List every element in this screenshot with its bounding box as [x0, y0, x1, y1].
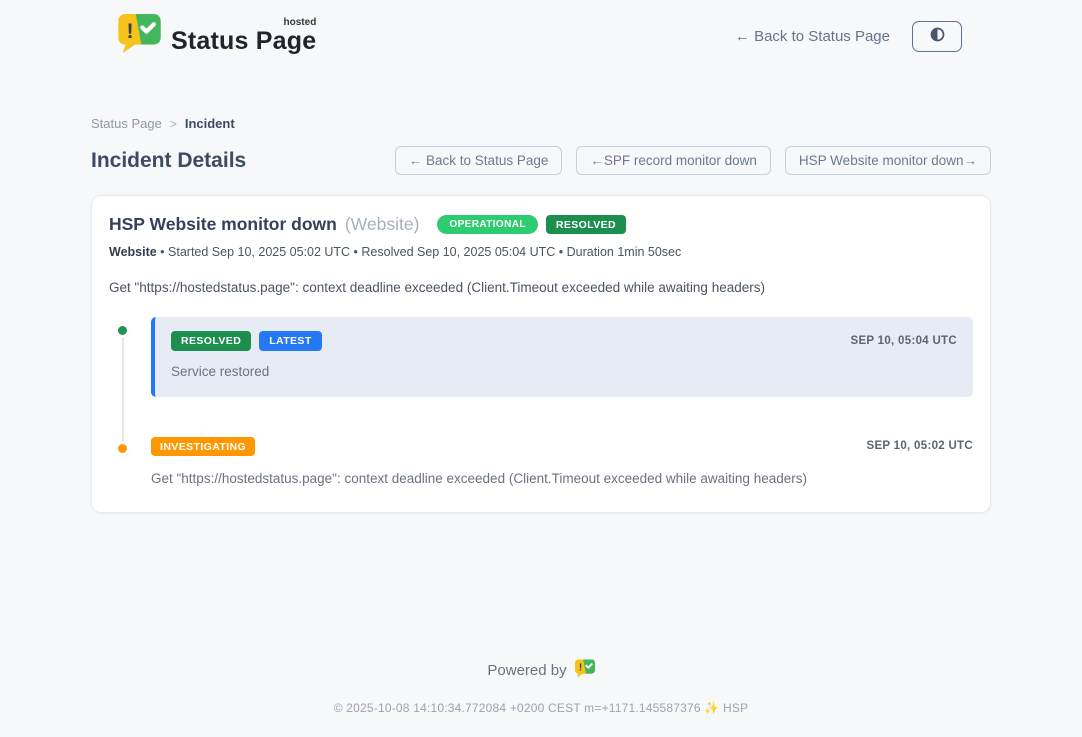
- title-row: Incident Details ← Back to Status Page ←…: [91, 146, 991, 175]
- incident-title: HSP Website monitor down: [109, 214, 337, 235]
- incident-meta-component: Website: [109, 245, 157, 259]
- incident-title-row: HSP Website monitor down (Website) OPERA…: [109, 214, 973, 235]
- timeline-item-investigating: INVESTIGATING SEP 10, 05:02 UTC Get "htt…: [151, 435, 973, 487]
- timeline-dot-orange: [115, 441, 130, 456]
- breadcrumb-incident: Incident: [185, 116, 235, 131]
- timeline-timestamp: SEP 10, 05:02 UTC: [866, 440, 973, 452]
- breadcrumb: Status Page > Incident: [91, 116, 991, 131]
- svg-text:!: !: [579, 663, 582, 674]
- incident-component-label: (Website): [345, 214, 420, 235]
- svg-text:!: !: [127, 19, 134, 43]
- operational-status-badge: OPERATIONAL: [437, 215, 537, 234]
- header-back-link[interactable]: ← Back to Status Page: [735, 28, 890, 45]
- timeline-message: Get "https://hostedstatus.page": context…: [151, 471, 973, 486]
- powered-by-row: Powered by !: [0, 659, 1082, 682]
- timeline-update-header: INVESTIGATING SEP 10, 05:02 UTC: [151, 437, 973, 457]
- incident-meta: Website • Started Sep 10, 2025 05:02 UTC…: [109, 245, 973, 259]
- next-incident-button[interactable]: HSP Website monitor down→: [785, 146, 991, 175]
- timeline-latest-update-card: RESOLVED LATEST SEP 10, 05:04 UTC Servic…: [151, 317, 973, 397]
- header-right: ← Back to Status Page: [735, 21, 962, 52]
- main-content: Status Page > Incident Incident Details …: [91, 64, 991, 513]
- brand-superscript: hosted: [284, 17, 317, 28]
- incident-nav-buttons: ← Back to Status Page ←SPF record monito…: [395, 146, 991, 175]
- timeline-item-resolved: RESOLVED LATEST SEP 10, 05:04 UTC Servic…: [151, 317, 973, 397]
- timeline-update-header: RESOLVED LATEST SEP 10, 05:04 UTC: [171, 331, 957, 351]
- timeline-connector-line: [122, 337, 124, 442]
- timeline-message: Service restored: [171, 364, 957, 379]
- resolved-badge: RESOLVED: [171, 331, 251, 351]
- incident-timeline: RESOLVED LATEST SEP 10, 05:04 UTC Servic…: [109, 317, 973, 486]
- site-header: ! Status Page hosted ← Back to Status Pa…: [0, 0, 1082, 64]
- breadcrumb-separator: >: [170, 117, 177, 131]
- powered-by-label: Powered by: [487, 662, 566, 679]
- theme-toggle-button[interactable]: [912, 21, 962, 52]
- latest-badge: LATEST: [259, 331, 321, 351]
- timeline-timestamp: SEP 10, 05:04 UTC: [850, 335, 957, 347]
- timeline-dot-green: [115, 323, 130, 338]
- brand-wrap: Status Page hosted: [171, 17, 316, 56]
- incident-card: HSP Website monitor down (Website) OPERA…: [91, 195, 991, 513]
- timeline-update-plain: INVESTIGATING SEP 10, 05:02 UTC Get "htt…: [151, 435, 973, 487]
- resolved-state-badge: RESOLVED: [546, 215, 626, 235]
- powered-by-logo-link[interactable]: !: [575, 659, 595, 682]
- investigating-badge: INVESTIGATING: [151, 437, 255, 457]
- brand-name: Status Page: [171, 27, 316, 55]
- incident-description: Get "https://hostedstatus.page": context…: [109, 280, 973, 295]
- statuspage-logo-icon: !: [118, 14, 161, 58]
- back-to-status-page-button[interactable]: ← Back to Status Page: [395, 146, 563, 175]
- logo-link[interactable]: ! Status Page hosted: [118, 14, 316, 58]
- site-footer: Powered by ! © 2025-1: [0, 659, 1082, 737]
- page-title: Incident Details: [91, 149, 246, 173]
- half-circle-contrast-icon: [929, 26, 946, 46]
- statuspage-logo-icon-small: !: [575, 659, 595, 682]
- incident-meta-details: • Started Sep 10, 2025 05:02 UTC • Resol…: [157, 245, 682, 259]
- previous-incident-button[interactable]: ←SPF record monitor down: [576, 146, 771, 175]
- breadcrumb-status-page[interactable]: Status Page: [91, 116, 162, 131]
- copyright-text: © 2025-10-08 14:10:34.772084 +0200 CEST …: [0, 701, 1082, 715]
